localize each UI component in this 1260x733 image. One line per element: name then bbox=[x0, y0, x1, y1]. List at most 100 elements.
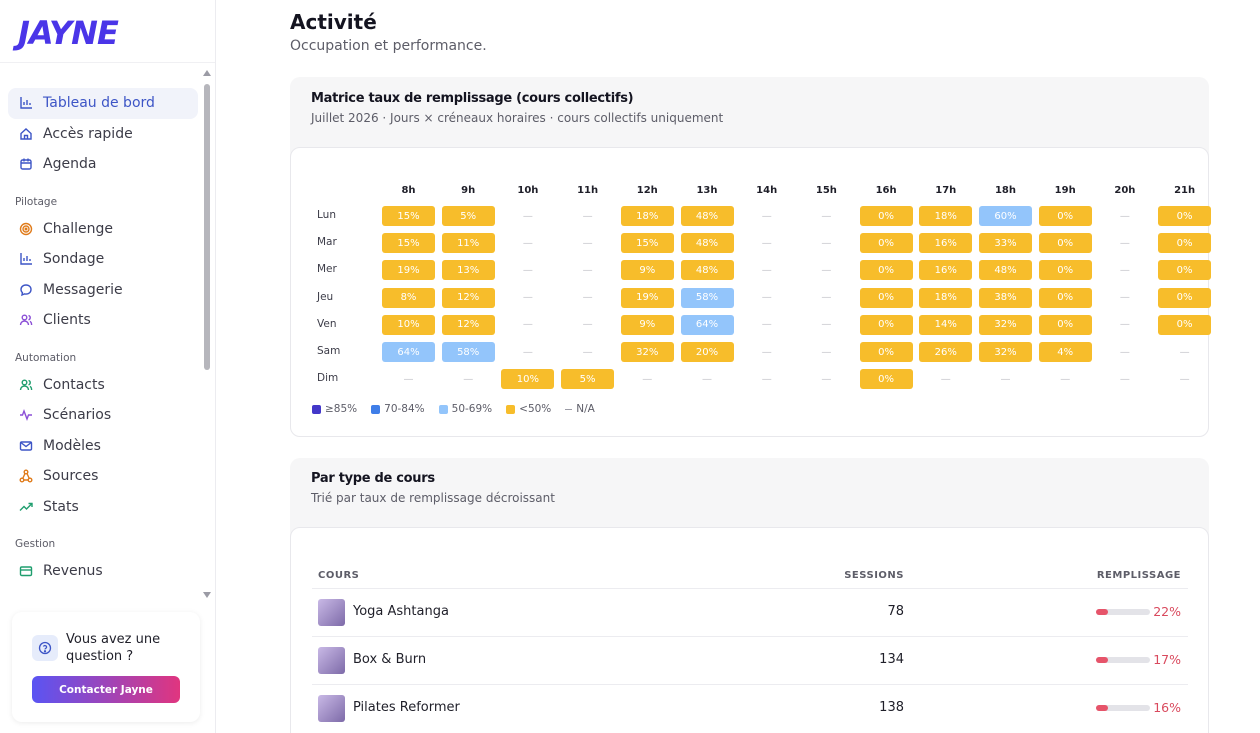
heatmap-cell[interactable]: 12% bbox=[441, 314, 495, 335]
legend-dash bbox=[565, 408, 573, 410]
heatmap-cell[interactable]: 0% bbox=[1158, 314, 1212, 335]
heatmap-cell: — bbox=[582, 292, 593, 304]
fill-progress-value bbox=[1096, 657, 1108, 663]
sidebar-item-challenge[interactable]: Challenge bbox=[8, 214, 198, 245]
heatmap-cell[interactable]: 0% bbox=[1158, 233, 1212, 254]
heatmap-cell[interactable]: 0% bbox=[859, 287, 913, 308]
sidebar-item-modeles[interactable]: Modèles bbox=[8, 431, 198, 462]
heatmap-cell[interactable]: 16% bbox=[919, 260, 973, 281]
legend-item: <50% bbox=[506, 403, 551, 415]
heatmap-cell: — bbox=[761, 319, 772, 331]
sidebar-item-clients[interactable]: Clients bbox=[8, 305, 198, 336]
heatmap-cell[interactable]: 13% bbox=[441, 260, 495, 281]
heatmap-cell[interactable]: 0% bbox=[1038, 314, 1092, 335]
column-header-sessions[interactable]: SESSIONS bbox=[844, 570, 904, 581]
scroll-up-arrow-icon[interactable] bbox=[203, 70, 211, 76]
heatmap-cell[interactable]: 5% bbox=[441, 206, 495, 226]
heatmap-cell[interactable]: 10% bbox=[501, 369, 555, 390]
heatmap-cell[interactable]: 0% bbox=[859, 233, 913, 254]
heatmap-cell[interactable]: 15% bbox=[382, 206, 435, 226]
heatmap-cell[interactable]: 20% bbox=[680, 342, 734, 362]
course-name[interactable]: Box & Burn bbox=[353, 652, 426, 667]
heatmap-cell[interactable]: 9% bbox=[620, 314, 674, 335]
heatmap-cell: — bbox=[463, 373, 474, 385]
sidebar-item-agenda[interactable]: Agenda bbox=[8, 149, 198, 180]
sidebar-item-contacts[interactable]: Contacts bbox=[8, 370, 198, 401]
hour-header: 20h bbox=[1114, 185, 1136, 196]
heatmap-cell: — bbox=[522, 346, 533, 358]
sidebar-item-acces-rapide[interactable]: Accès rapide bbox=[8, 119, 198, 150]
heatmap-cell[interactable]: 19% bbox=[382, 260, 435, 281]
heatmap-matrix: ≥85% 70-84% 50-69% <50% N/A 8h 9h 10h 11h 12h 13h… bbox=[290, 147, 1212, 437]
heatmap-cell[interactable]: 0% bbox=[1038, 260, 1092, 281]
sidebar-scrollbar[interactable] bbox=[203, 70, 212, 598]
heatmap-cell[interactable]: 18% bbox=[919, 206, 973, 226]
course-name[interactable]: Yoga Ashtanga bbox=[353, 604, 449, 619]
course-thumbnail bbox=[318, 599, 345, 626]
heatmap-cell[interactable]: 16% bbox=[919, 233, 973, 254]
scroll-down-arrow-icon[interactable] bbox=[203, 592, 211, 598]
heatmap-cell[interactable]: 15% bbox=[382, 233, 435, 254]
fill-percentage: 22% bbox=[1153, 604, 1181, 619]
heatmap-cell[interactable]: 32% bbox=[979, 314, 1032, 335]
heatmap-cell[interactable]: 26% bbox=[919, 342, 973, 362]
heatmap-cell[interactable]: 64% bbox=[680, 314, 734, 335]
heatmap-cell[interactable]: 32% bbox=[979, 342, 1032, 362]
heatmap-cell[interactable]: 19% bbox=[620, 287, 674, 308]
sidebar-item-revenus[interactable]: Revenus bbox=[8, 556, 198, 587]
scroll-thumb[interactable] bbox=[204, 84, 210, 370]
fill-progress-bar bbox=[1096, 705, 1150, 711]
heatmap-cell[interactable]: 0% bbox=[1038, 233, 1092, 254]
heatmap-cell[interactable]: 12% bbox=[441, 287, 495, 308]
course-sessions: 78 bbox=[887, 604, 904, 619]
contact-jayne-button[interactable]: Contacter Jayne bbox=[32, 676, 180, 703]
sidebar-item-tableau-de-bord[interactable]: Tableau de bord bbox=[8, 88, 198, 119]
sidebar-item-stats[interactable]: Stats bbox=[8, 492, 198, 523]
heatmap-cell[interactable]: 0% bbox=[859, 260, 913, 281]
heatmap-cell: — bbox=[582, 319, 593, 331]
heatmap-cell[interactable]: 0% bbox=[859, 342, 913, 362]
heatmap-cell[interactable]: 58% bbox=[441, 342, 495, 362]
heatmap-cell[interactable]: 64% bbox=[382, 342, 435, 362]
legend-label: 70-84% bbox=[384, 403, 425, 415]
heatmap-cell[interactable]: 10% bbox=[382, 314, 435, 335]
heatmap-cell: — bbox=[761, 373, 772, 385]
help-card: Vous avez une question ? Contacter Jayne bbox=[12, 612, 200, 722]
course-name[interactable]: Pilates Reformer bbox=[353, 700, 460, 715]
heatmap-cell[interactable]: 0% bbox=[859, 369, 913, 390]
heatmap-cell[interactable]: 4% bbox=[1038, 342, 1092, 362]
heatmap-cell[interactable]: 0% bbox=[859, 206, 913, 226]
heatmap-cell[interactable]: 0% bbox=[1038, 206, 1092, 226]
heatmap-cell[interactable]: 33% bbox=[979, 233, 1032, 254]
heatmap-cell[interactable]: 14% bbox=[919, 314, 973, 335]
sidebar-item-scenarios[interactable]: Scénarios bbox=[8, 400, 198, 431]
column-header-fill[interactable]: REMPLISSAGE bbox=[1097, 570, 1181, 581]
heatmap-cell[interactable]: 60% bbox=[979, 206, 1032, 226]
heatmap-cell[interactable]: 0% bbox=[859, 314, 913, 335]
heatmap-cell[interactable]: 48% bbox=[680, 206, 734, 226]
column-header-course[interactable]: COURS bbox=[318, 570, 359, 581]
heatmap-cell[interactable]: 32% bbox=[620, 342, 674, 362]
heatmap-cell[interactable]: 58% bbox=[680, 287, 734, 308]
day-label: Dim bbox=[317, 372, 339, 385]
heatmap-cell[interactable]: 9% bbox=[620, 260, 674, 281]
heatmap-cell[interactable]: 8% bbox=[382, 287, 435, 308]
heatmap-cell[interactable]: 0% bbox=[1038, 287, 1092, 308]
jayne-logo[interactable]: JAYNE bbox=[18, 14, 119, 52]
heatmap-cell[interactable]: 11% bbox=[441, 233, 495, 254]
sidebar-item-sources[interactable]: Sources bbox=[8, 461, 198, 492]
heatmap-cell[interactable]: 0% bbox=[1158, 260, 1212, 281]
course-types-table: COURS SESSIONS REMPLISSAGE Yoga Ashtanga… bbox=[290, 527, 1209, 733]
heatmap-cell[interactable]: 38% bbox=[979, 287, 1032, 308]
heatmap-cell[interactable]: 0% bbox=[1158, 206, 1212, 226]
heatmap-cell[interactable]: 15% bbox=[620, 233, 674, 254]
heatmap-cell[interactable]: 48% bbox=[680, 260, 734, 281]
sidebar-item-sondage[interactable]: Sondage bbox=[8, 244, 198, 275]
heatmap-cell[interactable]: 5% bbox=[561, 369, 615, 390]
sidebar-item-messagerie[interactable]: Messagerie bbox=[8, 275, 198, 306]
heatmap-cell[interactable]: 48% bbox=[979, 260, 1032, 281]
heatmap-cell[interactable]: 0% bbox=[1158, 287, 1212, 308]
heatmap-cell[interactable]: 18% bbox=[919, 287, 973, 308]
heatmap-cell[interactable]: 18% bbox=[620, 206, 674, 226]
heatmap-cell[interactable]: 48% bbox=[680, 233, 734, 254]
